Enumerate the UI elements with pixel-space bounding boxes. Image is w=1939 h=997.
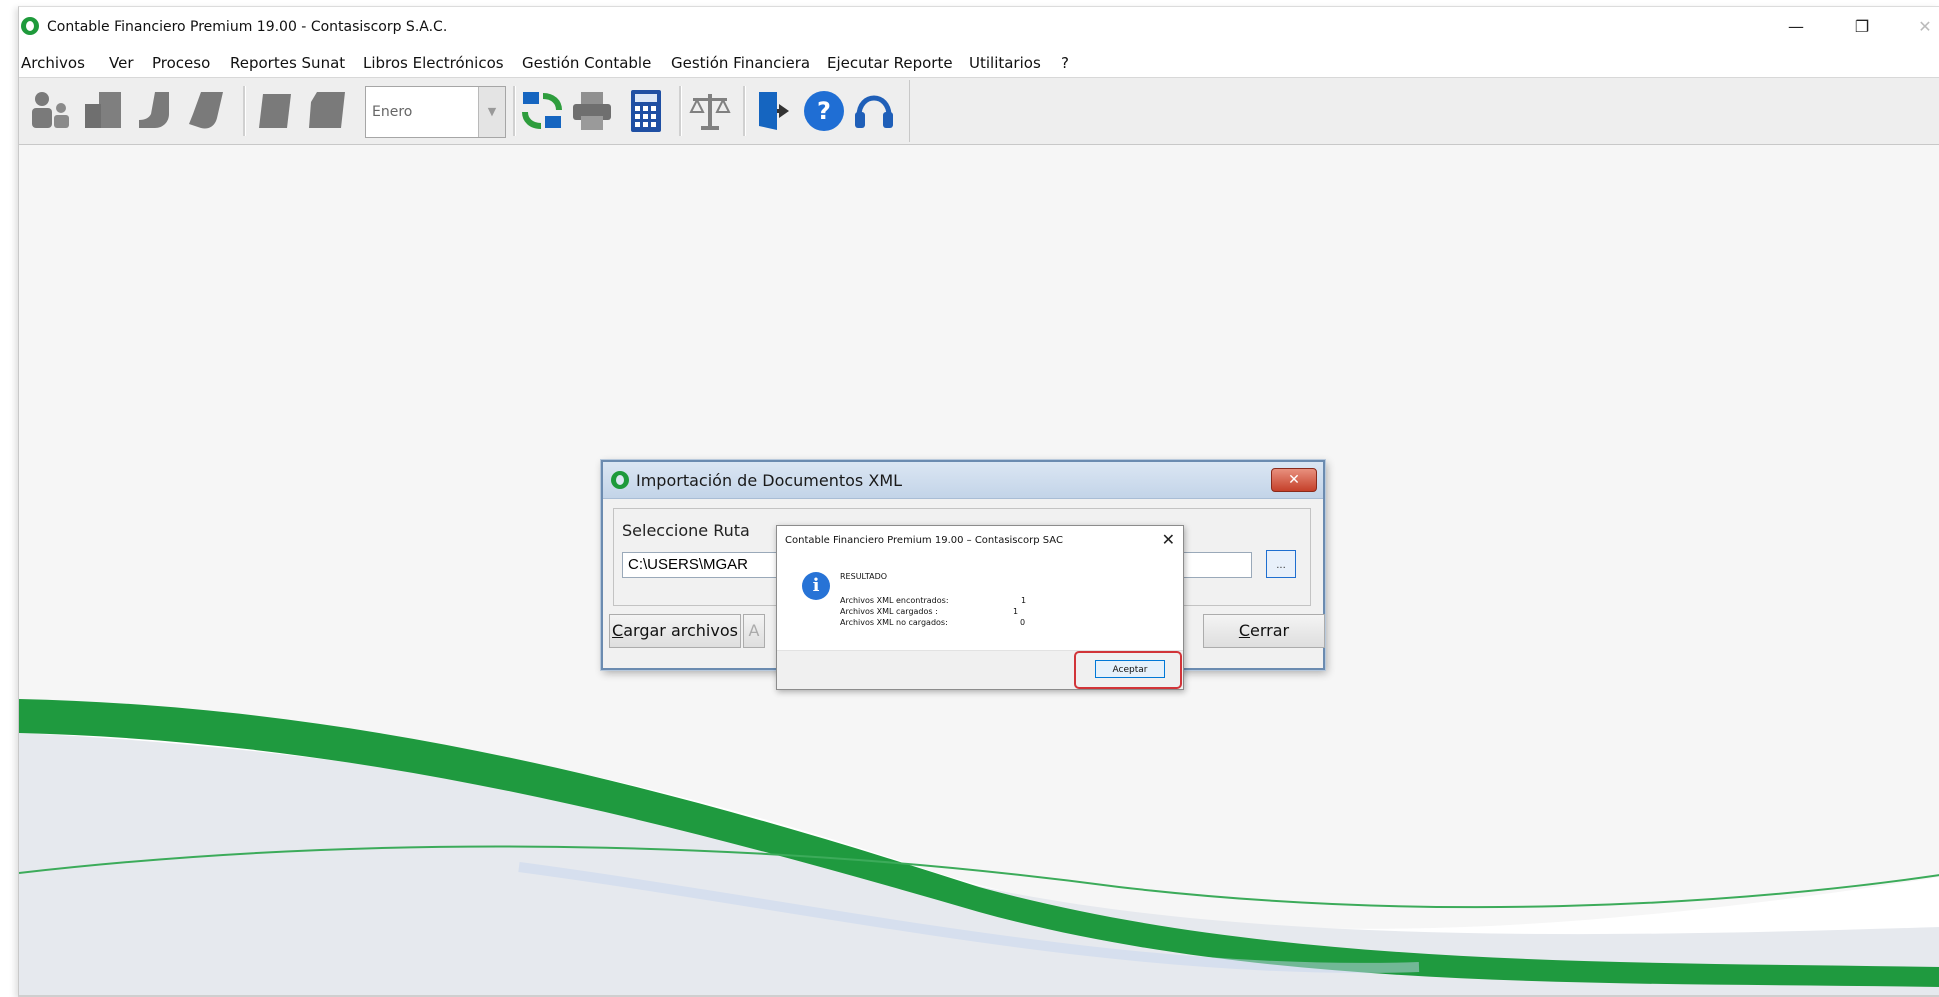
app-logo-icon — [611, 471, 629, 489]
browse-button[interactable]: ... — [1266, 550, 1296, 578]
accept-highlight — [1074, 651, 1182, 689]
close-label: errar — [1250, 621, 1290, 640]
dialog-close-button[interactable]: ✕ — [1271, 468, 1317, 492]
dialog-title-bar: Importación de Documentos XML ✕ — [603, 462, 1323, 499]
xml-found-label: Archivos XML encontrados: — [840, 596, 949, 605]
info-icon: i — [802, 572, 830, 600]
load-files-mnemonic: C — [612, 621, 624, 640]
load-files-button[interactable]: Cargar archivos — [609, 614, 741, 648]
route-label: Seleccione Ruta — [622, 521, 750, 540]
xml-found-value: 1 — [1021, 596, 1027, 605]
partially-hidden-button[interactable]: A — [743, 614, 765, 648]
close-dialog-button[interactable]: Cerrar — [1203, 614, 1325, 648]
xml-not-loaded-value: 0 — [1020, 618, 1026, 627]
xml-loaded-value: 1 — [1013, 607, 1019, 616]
xml-not-loaded-label: Archivos XML no cargados: — [840, 618, 948, 627]
dialog-title: Importación de Documentos XML — [636, 471, 903, 490]
message-close-button[interactable]: ✕ — [1162, 530, 1175, 549]
xml-loaded-label: Archivos XML cargados : — [840, 607, 938, 616]
load-files-label: argar archivos — [623, 621, 738, 640]
message-title: Contable Financiero Premium 19.00 – Cont… — [785, 535, 1063, 546]
close-mnemonic: C — [1238, 621, 1251, 640]
message-heading: RESULTADO — [840, 572, 888, 581]
